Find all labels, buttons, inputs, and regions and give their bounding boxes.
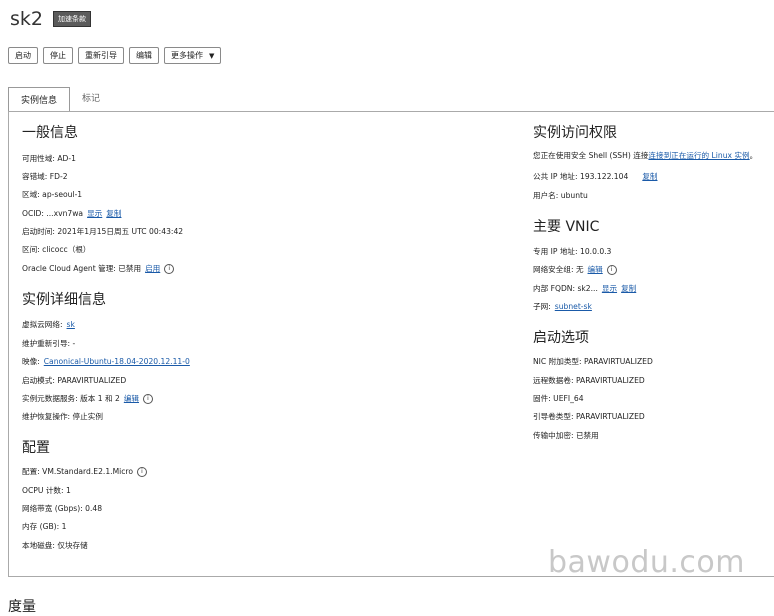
fqdn-copy-link[interactable]: 复制 — [621, 283, 636, 294]
metadata-edit-link[interactable]: 编辑 — [124, 393, 139, 404]
ocid-row: OCID: ...xvn7wa 显示 复制 — [22, 208, 121, 219]
tab-tags[interactable]: 标记 — [70, 86, 112, 109]
info-icon[interactable]: i — [143, 393, 154, 404]
compartment: 区间: clicocc（根） — [22, 245, 91, 254]
metadata-label: 实例元数据服务: 版本 1 和 2 — [22, 394, 120, 403]
network-bandwidth: 网络带宽 (Gbps): 0.48 — [22, 504, 103, 513]
subnet-label: 子网: — [533, 302, 551, 311]
fault-domain: 容错域: FD-2 — [22, 172, 68, 181]
more-actions-label: 更多操作 — [171, 51, 203, 60]
fqdn-row: 内部 FQDN: sk2... 显示 复制 — [533, 283, 636, 294]
general-info-heading: 一般信息 — [22, 125, 78, 141]
local-disk: 本地磁盘: 仅块存储 — [22, 541, 88, 550]
boot-volume-type: 引导卷类型: PARAVIRTUALIZED — [533, 412, 645, 421]
vcn-link[interactable]: sk — [67, 320, 75, 329]
launch-options-heading: 启动选项 — [533, 330, 589, 346]
image-link[interactable]: Canonical-Ubuntu-18.04-2020.12.11-0 — [44, 357, 190, 366]
tab-instance-info[interactable]: 实例信息 — [8, 87, 71, 111]
configuration-heading: 配置 — [22, 440, 50, 456]
ssh-text-end: 。 — [749, 151, 758, 160]
ocpu-count: OCPU 计数: 1 — [22, 486, 71, 495]
nsg-edit-link[interactable]: 编辑 — [588, 264, 603, 275]
agent-row: Oracle Cloud Agent 管理: 已禁用 启用 i — [22, 263, 175, 274]
ocid-value: OCID: ...xvn7wa — [22, 209, 84, 218]
watermark: bawodu.com — [548, 545, 745, 580]
edit-button[interactable]: 编辑 — [129, 47, 159, 64]
more-actions-button[interactable]: 更多操作 ▼ — [164, 47, 222, 64]
fqdn-show-link[interactable]: 显示 — [602, 283, 617, 294]
metadata-row: 实例元数据服务: 版本 1 和 2 编辑 i — [22, 393, 154, 404]
nsg-label: 网络安全组: 无 — [533, 265, 584, 274]
instance-info-panel: 一般信息 可用性域: AD-1 容错域: FD-2 区域: ap-seoul-1… — [8, 111, 774, 577]
shape-value: 配置: VM.Standard.E2.1.Micro — [22, 467, 134, 476]
status-badge: 加速条款 — [53, 11, 91, 27]
launch-time: 启动时间: 2021年1月15日周五 UTC 00:43:42 — [22, 227, 184, 236]
recovery-action: 维护恢复操作: 停止实例 — [22, 412, 103, 421]
agent-enable-link[interactable]: 启用 — [145, 263, 160, 274]
vcn-row: 虚拟云网络: sk — [22, 319, 75, 330]
subnet-row: 子网: subnet-sk — [533, 301, 592, 312]
public-ip: 公共 IP 地址: 193.122.104 — [533, 172, 629, 181]
ocid-copy-link[interactable]: 复制 — [106, 208, 121, 219]
primary-vnic-heading: 主要 VNIC — [533, 219, 600, 235]
instance-details-heading: 实例详细信息 — [22, 292, 106, 308]
tab-bar: 实例信息 标记 — [8, 86, 112, 111]
public-ip-copy-link[interactable]: 复制 — [642, 171, 657, 182]
maintenance-reboot: 维护重新引导: - — [22, 339, 76, 348]
username: 用户名: ubuntu — [533, 191, 588, 200]
info-icon[interactable]: i — [164, 263, 175, 274]
caret-down-icon: ▼ — [209, 51, 215, 60]
subnet-link[interactable]: subnet-sk — [555, 302, 592, 311]
availability-domain: 可用性域: AD-1 — [22, 154, 76, 163]
image-row: 映像: Canonical-Ubuntu-18.04-2020.12.11-0 — [22, 356, 190, 367]
agent-status: Oracle Cloud Agent 管理: 已禁用 — [22, 264, 142, 273]
info-icon[interactable]: i — [606, 264, 617, 275]
metrics-heading: 度量 — [8, 599, 36, 615]
instance-access-heading: 实例访问权限 — [533, 125, 617, 141]
ssh-connect-link[interactable]: 连接到正在运行的 Linux 实例 — [648, 150, 749, 161]
launch-mode: 启动模式: PARAVIRTUALIZED — [22, 376, 127, 385]
ssh-text: 您正在使用安全 Shell (SSH) 连接 — [533, 151, 649, 160]
image-label: 映像: — [22, 357, 40, 366]
public-ip-row: 公共 IP 地址: 193.122.104 复制 — [533, 171, 658, 182]
in-transit-encryption: 传输中加密: 已禁用 — [533, 431, 599, 440]
nic-attachment-type: NIC 附加类型: PARAVIRTUALIZED — [533, 357, 653, 366]
region: 区域: ap-seoul-1 — [22, 190, 83, 199]
info-icon[interactable]: i — [137, 466, 148, 477]
action-toolbar: 启动 停止 重新引导 编辑 更多操作 ▼ — [8, 47, 222, 64]
memory: 内存 (GB): 1 — [22, 522, 67, 531]
remote-data-volume: 远程数据卷: PARAVIRTUALIZED — [533, 376, 645, 385]
shape-row: 配置: VM.Standard.E2.1.Micro i — [22, 466, 148, 477]
start-button[interactable]: 启动 — [8, 47, 38, 64]
reboot-button[interactable]: 重新引导 — [78, 47, 124, 64]
ocid-show-link[interactable]: 显示 — [87, 208, 102, 219]
private-ip: 专用 IP 地址: 10.0.0.3 — [533, 247, 612, 256]
fqdn-value: 内部 FQDN: sk2... — [533, 284, 598, 293]
stop-button[interactable]: 停止 — [43, 47, 73, 64]
nsg-row: 网络安全组: 无 编辑 i — [533, 264, 617, 275]
instance-header: sk2 加速条款 — [10, 8, 91, 30]
vcn-label: 虚拟云网络: — [22, 320, 63, 329]
firmware: 固件: UEFI_64 — [533, 394, 584, 403]
instance-title: sk2 — [10, 8, 43, 30]
ssh-row: 您正在使用安全 Shell (SSH) 连接 连接到正在运行的 Linux 实例… — [533, 150, 757, 161]
